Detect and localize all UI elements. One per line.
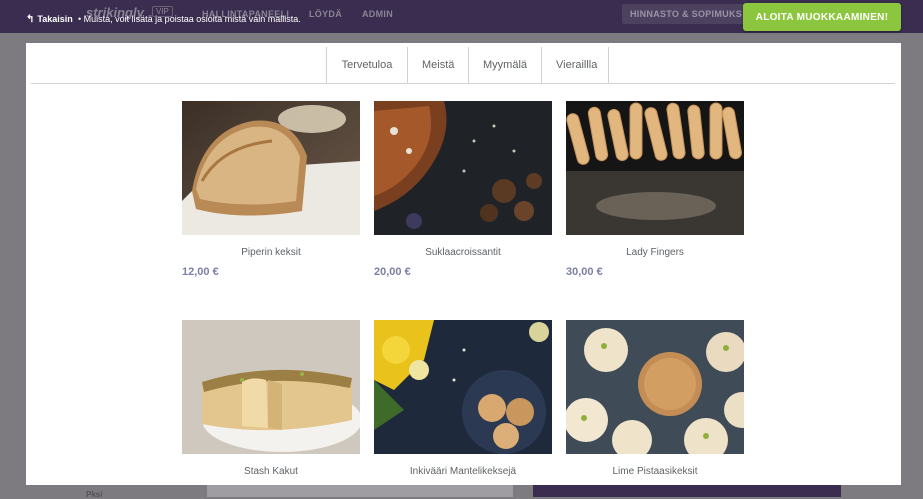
croissant-photo[interactable]: [374, 101, 552, 235]
product-price: 30,00 €: [566, 266, 603, 278]
product-name[interactable]: Stash Kakut: [182, 466, 360, 477]
product-card[interactable]: Inkivääri Mantelikeksejä: [374, 320, 552, 477]
tab-visit[interactable]: Vieraillla: [541, 47, 609, 83]
product-card[interactable]: Lime Pistaasikeksit: [566, 320, 744, 477]
template-preview: Tervetuloa Meistä Myymälä Vieraillla Pip…: [26, 43, 901, 485]
pistachio-cookies-photo[interactable]: [566, 320, 744, 454]
back-arrow-icon: ↰: [26, 14, 35, 25]
product-name[interactable]: Inkivääri Mantelikeksejä: [374, 466, 552, 477]
background-panel: [207, 485, 513, 497]
back-link[interactable]: ↰ Takaisin: [26, 14, 73, 25]
bread-loaf-photo[interactable]: [182, 101, 360, 235]
product-name[interactable]: Lady Fingers: [566, 247, 744, 258]
template-notice: • Muista, voit lisätä ja poistaa osioita…: [78, 14, 301, 24]
start-editing-button[interactable]: ALOITA MUOKKAAMINEN!: [743, 3, 901, 31]
back-label: Takaisin: [37, 14, 73, 24]
product-card[interactable]: Stash Kakut: [182, 320, 360, 477]
background-purple-panel: [533, 485, 841, 497]
product-price: 20,00 €: [374, 266, 411, 278]
nav-admin[interactable]: ADMIN: [362, 9, 393, 19]
site-navigation: Tervetuloa Meistä Myymälä Vieraillla: [31, 43, 895, 84]
product-name[interactable]: Suklaacroissantit: [374, 247, 552, 258]
almond-cookies-photo[interactable]: [374, 320, 552, 454]
background-label: Pksi: [86, 490, 103, 499]
product-card[interactable]: Lady Fingers 30,00 €: [566, 101, 744, 278]
lady-fingers-photo[interactable]: [566, 101, 744, 235]
nav-discover[interactable]: LÖYDÄ: [309, 9, 342, 19]
pricing-button[interactable]: HINNASTO & SOPIMUKS: [622, 4, 751, 24]
product-card[interactable]: Piperin keksit 12,00 €: [182, 101, 360, 278]
product-name[interactable]: Lime Pistaasikeksit: [566, 466, 744, 477]
tab-store[interactable]: Myymälä: [468, 47, 541, 83]
product-name[interactable]: Piperin keksit: [182, 247, 360, 258]
tart-photo[interactable]: [182, 320, 360, 454]
product-card[interactable]: Suklaacroissantit 20,00 €: [374, 101, 552, 278]
tab-about[interactable]: Meistä: [407, 47, 468, 83]
product-price: 12,00 €: [182, 266, 219, 278]
tab-welcome[interactable]: Tervetuloa: [326, 47, 407, 83]
